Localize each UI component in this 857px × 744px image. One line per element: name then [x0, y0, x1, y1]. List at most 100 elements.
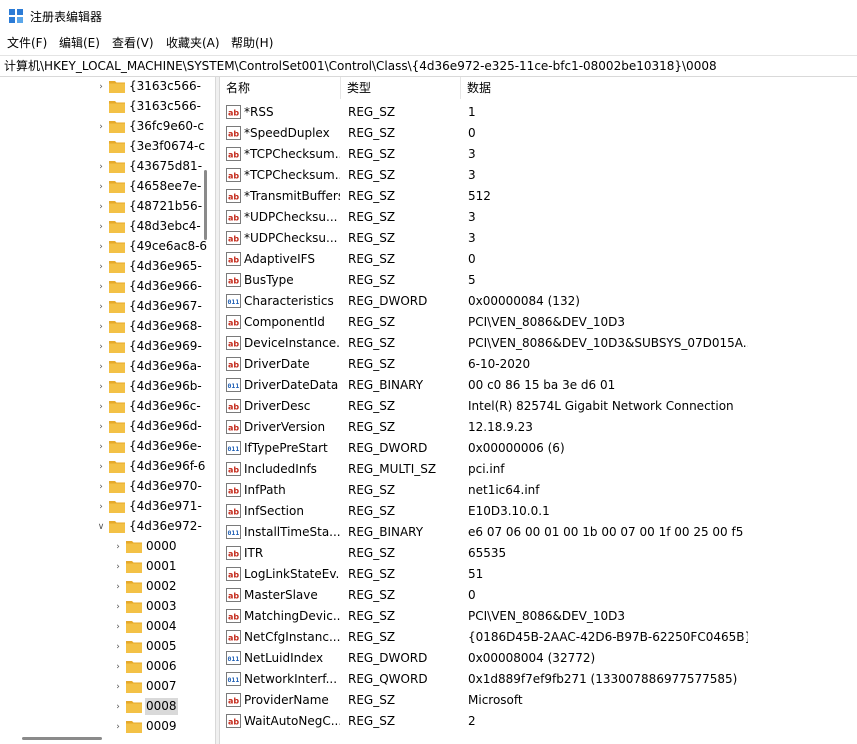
- tree-item[interactable]: › 0002: [0, 577, 215, 597]
- tree-item[interactable]: › 0000: [0, 537, 215, 557]
- address-path[interactable]: 计算机\HKEY_LOCAL_MACHINE\SYSTEM\ControlSet…: [4, 58, 717, 74]
- tree-horizontal-scrollbar[interactable]: [22, 737, 102, 740]
- tree-item-label[interactable]: {4d36e965-: [128, 258, 203, 275]
- tree-item-label[interactable]: {48721b56-: [128, 198, 203, 215]
- value-row[interactable]: ab DeviceInstance... REG_SZ PCI\VEN_8086&DE…: [220, 333, 857, 354]
- value-row[interactable]: ab MasterSlave REG_SZ 0: [220, 585, 857, 606]
- chevron-right-icon[interactable]: ›: [96, 302, 106, 312]
- tree-item-label[interactable]: 0005: [145, 638, 178, 655]
- tree-item-label[interactable]: 0002: [145, 578, 178, 595]
- tree-item[interactable]: › {4d36e96a-: [0, 357, 215, 377]
- value-list[interactable]: 名称 类型 数据 ab *RSS REG_SZ 1 ab *SpeedDuplex REG_…: [220, 77, 857, 744]
- tree-item[interactable]: › 0001: [0, 557, 215, 577]
- tree-item[interactable]: › {48721b56-: [0, 197, 215, 217]
- tree-item-label[interactable]: {4d36e96e-: [128, 438, 203, 455]
- value-row[interactable]: ab LogLinkStateEv... REG_SZ 51: [220, 564, 857, 585]
- menu-help[interactable]: 帮助(H): [229, 35, 275, 51]
- tree-item-label[interactable]: {43675d81-: [128, 158, 203, 175]
- tree-item-label[interactable]: {4d36e970-: [128, 478, 203, 495]
- tree-item[interactable]: › {4d36e971-: [0, 497, 215, 517]
- column-header-data[interactable]: 数据: [461, 77, 761, 99]
- chevron-right-icon[interactable]: ›: [113, 582, 123, 592]
- value-row[interactable]: ab DriverDesc REG_SZ Intel(R) 82574L Gigabi…: [220, 396, 857, 417]
- chevron-right-icon[interactable]: ›: [96, 502, 106, 512]
- tree-item[interactable]: › {4d36e968-: [0, 317, 215, 337]
- tree-item[interactable]: › {49ce6ac8-6: [0, 237, 215, 257]
- menu-edit[interactable]: 编辑(E): [57, 35, 102, 51]
- chevron-right-icon[interactable]: ›: [96, 462, 106, 472]
- tree-item-label[interactable]: {36fc9e60-c: [128, 118, 205, 135]
- address-bar[interactable]: 计算机\HKEY_LOCAL_MACHINE\SYSTEM\ControlSet…: [0, 55, 857, 77]
- chevron-right-icon[interactable]: ›: [96, 422, 106, 432]
- key-tree[interactable]: › {3163c566- {3163c566- › {36fc9e60-c {3e3f06…: [0, 77, 215, 744]
- chevron-right-icon[interactable]: ›: [113, 722, 123, 732]
- chevron-right-icon[interactable]: ›: [96, 362, 106, 372]
- value-row[interactable]: 011 NetLuidIndex REG_DWORD 0x00008004 (3277…: [220, 648, 857, 669]
- value-row[interactable]: 011 Characteristics REG_DWORD 0x00000084 (1…: [220, 291, 857, 312]
- chevron-right-icon[interactable]: ›: [113, 542, 123, 552]
- tree-item[interactable]: › {48d3ebc4-: [0, 217, 215, 237]
- chevron-right-icon[interactable]: ›: [96, 262, 106, 272]
- tree-item[interactable]: › {4d36e970-: [0, 477, 215, 497]
- value-row[interactable]: 011 DriverDateData REG_BINARY 00 c0 86 15 b…: [220, 375, 857, 396]
- tree-item-label[interactable]: {49ce6ac8-6: [128, 238, 208, 255]
- value-row[interactable]: ab *SpeedDuplex REG_SZ 0: [220, 123, 857, 144]
- tree-item[interactable]: › 0008: [0, 697, 215, 717]
- column-header-type[interactable]: 类型: [341, 77, 461, 99]
- chevron-right-icon[interactable]: ›: [96, 242, 106, 252]
- column-header-name[interactable]: 名称: [220, 77, 340, 99]
- tree-item-label[interactable]: 0000: [145, 538, 178, 555]
- tree-item[interactable]: › {4658ee7e-: [0, 177, 215, 197]
- tree-vertical-scrollbar[interactable]: [204, 170, 207, 240]
- tree-item[interactable]: {3e3f0674-c: [0, 137, 215, 157]
- chevron-right-icon[interactable]: ›: [96, 482, 106, 492]
- tree-item[interactable]: › 0009: [0, 717, 215, 737]
- chevron-right-icon[interactable]: ›: [113, 702, 123, 712]
- tree-item-label[interactable]: 0008: [145, 698, 178, 715]
- tree-item-label[interactable]: {4d36e966-: [128, 278, 203, 295]
- value-row[interactable]: ab ProviderName REG_SZ Microsoft: [220, 690, 857, 711]
- tree-item-label[interactable]: 0009: [145, 718, 178, 735]
- chevron-right-icon[interactable]: ›: [96, 442, 106, 452]
- tree-item[interactable]: ∨ {4d36e972-: [0, 517, 215, 537]
- tree-item[interactable]: › 0005: [0, 637, 215, 657]
- tree-item-label[interactable]: {4d36e969-: [128, 338, 203, 355]
- value-row[interactable]: 011 InstallTimeSta... REG_BINARY e6 07 06 0…: [220, 522, 857, 543]
- chevron-right-icon[interactable]: ›: [96, 282, 106, 292]
- value-row[interactable]: ab *UDPChecksu... REG_SZ 3: [220, 228, 857, 249]
- tree-item-label[interactable]: {4d36e96d-: [128, 418, 203, 435]
- menu-favorites[interactable]: 收藏夹(A): [164, 35, 222, 51]
- tree-item-label[interactable]: 0004: [145, 618, 178, 635]
- value-row[interactable]: ab AdaptiveIFS REG_SZ 0: [220, 249, 857, 270]
- value-row[interactable]: ab WaitAutoNegC... REG_SZ 2: [220, 711, 857, 732]
- tree-item-label[interactable]: {3163c566-: [128, 98, 202, 115]
- tree-item[interactable]: › {4d36e969-: [0, 337, 215, 357]
- chevron-right-icon[interactable]: ›: [96, 162, 106, 172]
- value-row[interactable]: 011 IfTypePreStart REG_DWORD 0x00000006 (6): [220, 438, 857, 459]
- value-row[interactable]: ab IncludedInfs REG_MULTI_SZ pci.inf: [220, 459, 857, 480]
- value-row[interactable]: 011 NetworkInterf... REG_QWORD 0x1d889f7ef9…: [220, 669, 857, 690]
- tree-item[interactable]: › {43675d81-: [0, 157, 215, 177]
- tree-item[interactable]: › {3163c566-: [0, 77, 215, 97]
- chevron-down-icon[interactable]: ∨: [96, 522, 106, 532]
- chevron-right-icon[interactable]: ›: [96, 82, 106, 92]
- value-row[interactable]: ab *TransmitBuffers REG_SZ 512: [220, 186, 857, 207]
- value-row[interactable]: ab NetCfgInstanc... REG_SZ {0186D45B-2AAC-4…: [220, 627, 857, 648]
- chevron-right-icon[interactable]: ›: [96, 382, 106, 392]
- chevron-right-icon[interactable]: ›: [113, 622, 123, 632]
- chevron-right-icon[interactable]: ›: [113, 662, 123, 672]
- tree-item[interactable]: › {4d36e96c-: [0, 397, 215, 417]
- value-row[interactable]: ab ComponentId REG_SZ PCI\VEN_8086&DEV_10D3: [220, 312, 857, 333]
- chevron-right-icon[interactable]: ›: [96, 342, 106, 352]
- value-row[interactable]: ab *TCPChecksum... REG_SZ 3: [220, 165, 857, 186]
- chevron-right-icon[interactable]: ›: [96, 202, 106, 212]
- tree-item[interactable]: › {36fc9e60-c: [0, 117, 215, 137]
- value-row[interactable]: ab *TCPChecksum... REG_SZ 3: [220, 144, 857, 165]
- chevron-right-icon[interactable]: ›: [96, 222, 106, 232]
- tree-item[interactable]: › {4d36e967-: [0, 297, 215, 317]
- value-row[interactable]: ab MatchingDevic... REG_SZ PCI\VEN_8086&DEV…: [220, 606, 857, 627]
- chevron-right-icon[interactable]: ›: [96, 402, 106, 412]
- tree-item-label[interactable]: 0003: [145, 598, 178, 615]
- chevron-right-icon[interactable]: ›: [96, 322, 106, 332]
- chevron-right-icon[interactable]: ›: [113, 602, 123, 612]
